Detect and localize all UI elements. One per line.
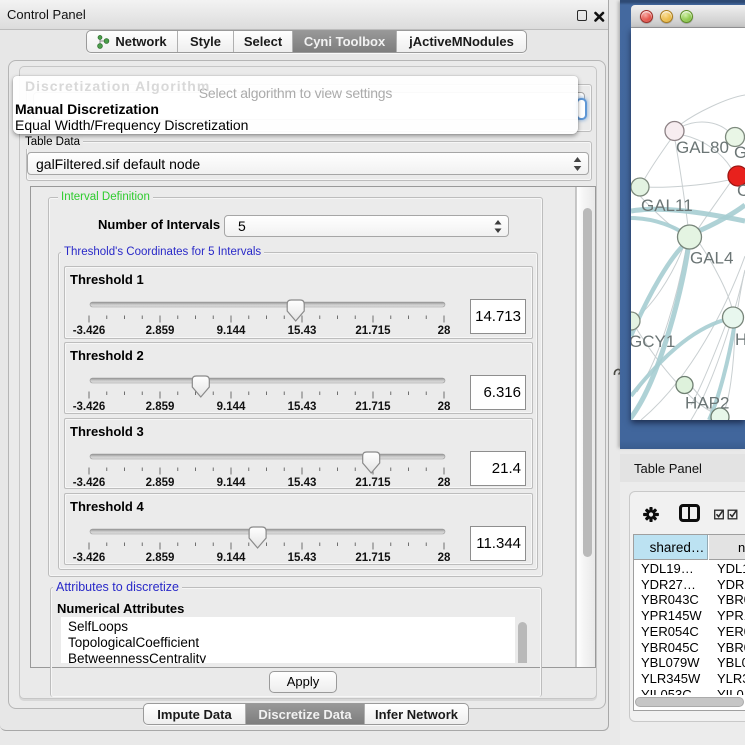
svg-text:GAL80: GAL80 — [676, 138, 729, 157]
svg-text:21.715: 21.715 — [355, 401, 391, 413]
svg-text:GAL11: GAL11 — [641, 196, 693, 215]
svg-text:2.859: 2.859 — [146, 401, 175, 413]
svg-text:28: 28 — [438, 477, 451, 489]
svg-text:28: 28 — [438, 325, 451, 337]
svg-text:H: H — [735, 330, 745, 349]
svg-text:-3.426: -3.426 — [73, 401, 106, 413]
svg-text:28: 28 — [438, 401, 451, 413]
svg-text:15.43: 15.43 — [288, 552, 317, 564]
svg-text:9.144: 9.144 — [217, 477, 246, 489]
svg-text:9.144: 9.144 — [217, 325, 246, 337]
svg-text:C: C — [737, 181, 745, 200]
svg-text:21.715: 21.715 — [355, 477, 391, 489]
svg-text:GAL4: GAL4 — [690, 249, 733, 268]
svg-text:9.144: 9.144 — [217, 552, 246, 564]
svg-text:15.43: 15.43 — [288, 401, 317, 413]
svg-text:21.715: 21.715 — [355, 552, 391, 564]
svg-text:9.144: 9.144 — [217, 401, 246, 413]
svg-text:GA: GA — [734, 143, 745, 162]
svg-text:-3.426: -3.426 — [73, 477, 106, 489]
svg-text:15.43: 15.43 — [288, 477, 317, 489]
svg-text:2.859: 2.859 — [146, 477, 175, 489]
svg-text:-3.426: -3.426 — [73, 325, 106, 337]
svg-text:2.859: 2.859 — [146, 552, 175, 564]
svg-text:2.859: 2.859 — [146, 325, 175, 337]
svg-text:28: 28 — [438, 552, 451, 564]
svg-text:-3.426: -3.426 — [73, 552, 106, 564]
svg-text:21.715: 21.715 — [355, 325, 391, 337]
svg-text:HAP2: HAP2 — [685, 394, 729, 413]
svg-text:15.43: 15.43 — [288, 325, 317, 337]
svg-text:GCY1: GCY1 — [631, 332, 675, 351]
